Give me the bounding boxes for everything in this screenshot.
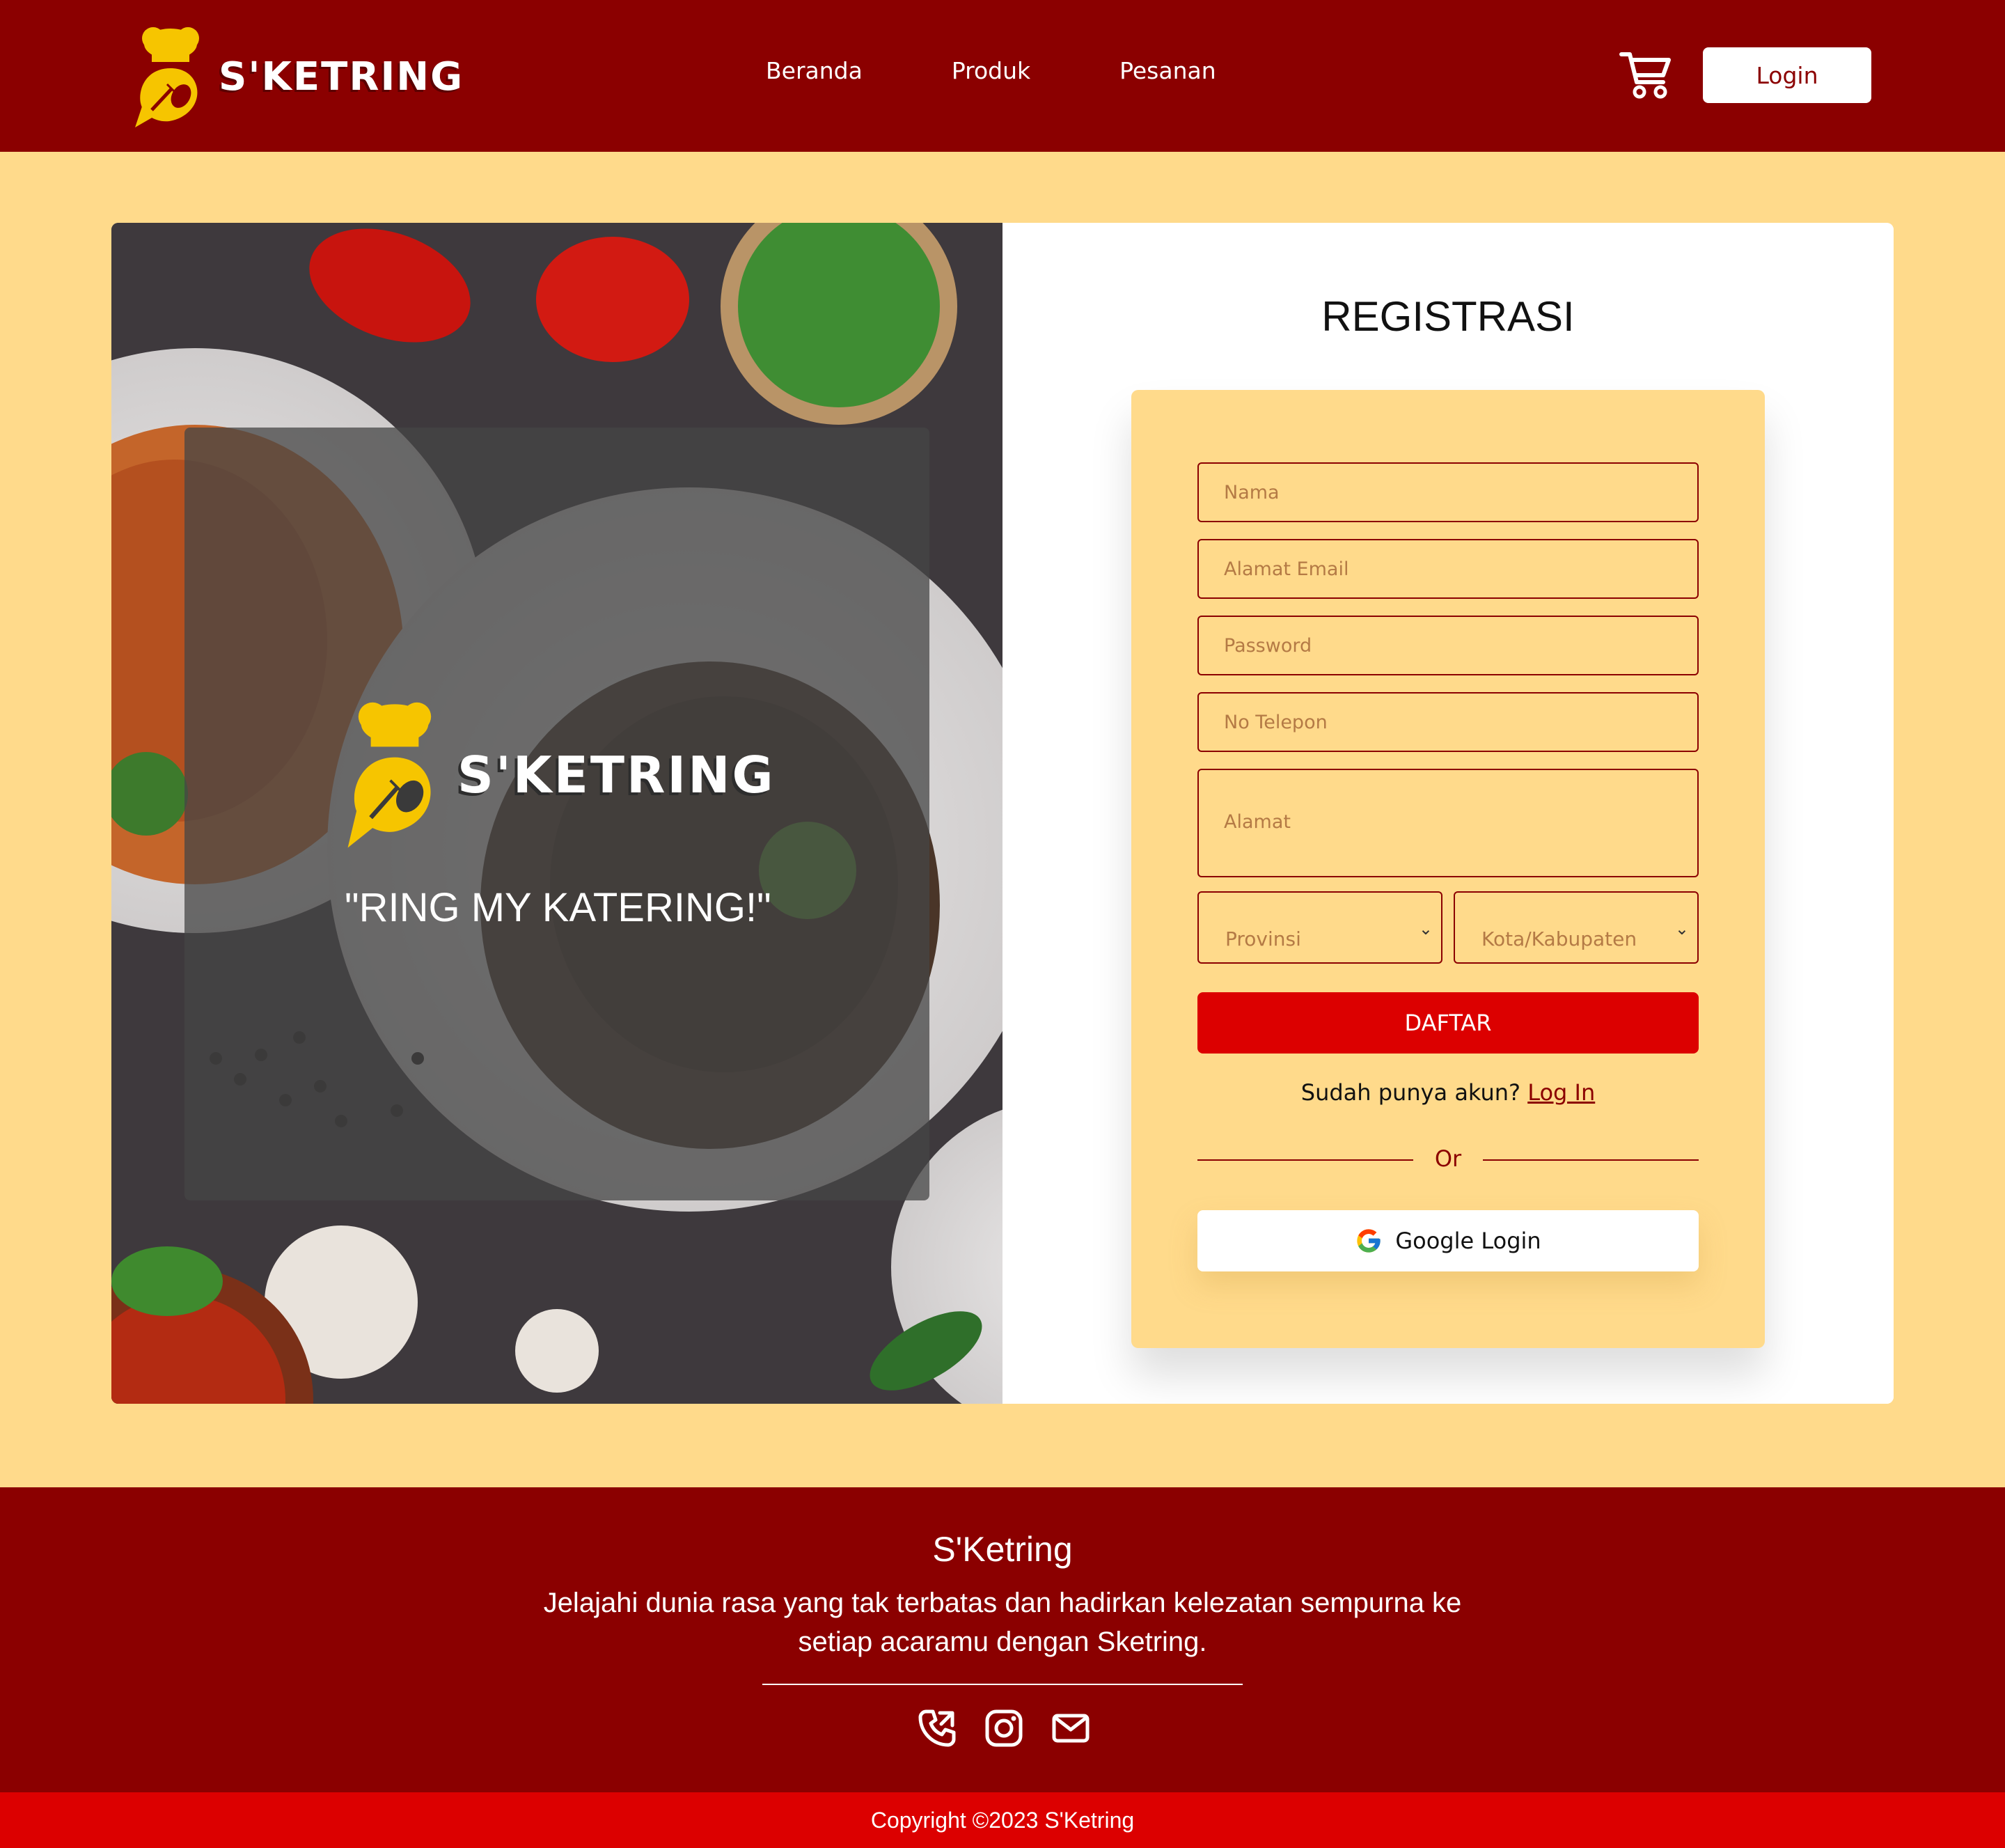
copyright-bar: Copyright ©2023 S'Ketring	[0, 1792, 2005, 1848]
hero-slogan: "RING MY KATERING!"	[345, 885, 771, 930]
cart-icon[interactable]	[1619, 50, 1672, 99]
chevron-down-icon: ⌄	[1418, 919, 1433, 939]
divider-line	[1483, 1159, 1699, 1161]
chef-logo-icon	[135, 26, 199, 127]
instagram-icon[interactable]	[984, 1709, 1023, 1748]
chef-logo-icon	[347, 702, 432, 848]
password-input[interactable]	[1197, 616, 1699, 675]
social-links	[918, 1709, 1090, 1748]
google-login-label: Google Login	[1395, 1228, 1541, 1254]
city-select-value: Kota/Kabupaten	[1481, 927, 1637, 950]
main-nav: Beranda Produk Pesanan	[766, 57, 1305, 84]
or-text: Or	[1434, 1145, 1462, 1172]
footer-description: Jelajahi dunia rasa yang tak terbatas da…	[543, 1588, 1462, 1657]
brand-logo[interactable]: S'KETRING	[132, 21, 464, 132]
navbar: S'KETRING Beranda Produk Pesanan Login	[0, 0, 2005, 152]
or-divider: Or	[1197, 1145, 1699, 1173]
login-prompt-text: Sudah punya akun?	[1300, 1079, 1528, 1106]
hero-brand-name: S'KETRING	[457, 745, 776, 804]
address-input[interactable]	[1197, 769, 1699, 877]
footer-title: S'Ketring	[932, 1530, 1073, 1569]
login-prompt: Sudah punya akun? Log In	[1131, 1079, 1765, 1106]
registration-section: REGISTRASI Provinsi ⌄ Kota/Kabupaten ⌄ D…	[1002, 223, 1894, 1404]
nav-pesanan[interactable]: Pesanan	[1119, 57, 1216, 84]
login-button[interactable]: Login	[1703, 47, 1871, 103]
phone-icon[interactable]	[918, 1709, 957, 1748]
brand-name: S'KETRING	[219, 54, 464, 100]
hero-brand: S'KETRING	[346, 696, 776, 853]
footer: S'Ketring Jelajahi dunia rasa yang tak t…	[0, 1487, 2005, 1792]
mail-icon[interactable]	[1051, 1709, 1090, 1748]
registration-form: Provinsi ⌄ Kota/Kabupaten ⌄ DAFTAR Sudah…	[1131, 390, 1765, 1348]
nav-beranda[interactable]: Beranda	[766, 57, 863, 84]
hero-image: S'KETRING "RING MY KATERING!"	[111, 223, 1002, 1404]
google-icon	[1357, 1229, 1381, 1253]
page-title: REGISTRASI	[1321, 293, 1575, 340]
province-select-value: Provinsi	[1225, 927, 1301, 950]
nav-produk[interactable]: Produk	[952, 57, 1030, 84]
registration-card: S'KETRING "RING MY KATERING!" REGISTRASI…	[111, 223, 1894, 1404]
google-login-button[interactable]: Google Login	[1197, 1210, 1699, 1271]
chevron-down-icon: ⌄	[1674, 919, 1689, 939]
province-select[interactable]: Provinsi ⌄	[1197, 891, 1442, 964]
register-button[interactable]: DAFTAR	[1197, 992, 1699, 1054]
name-input[interactable]	[1197, 462, 1699, 522]
email-input[interactable]	[1197, 539, 1699, 599]
phone-input[interactable]	[1197, 692, 1699, 752]
footer-divider	[762, 1684, 1243, 1685]
login-link[interactable]: Log In	[1527, 1079, 1595, 1106]
city-select[interactable]: Kota/Kabupaten ⌄	[1454, 891, 1699, 964]
